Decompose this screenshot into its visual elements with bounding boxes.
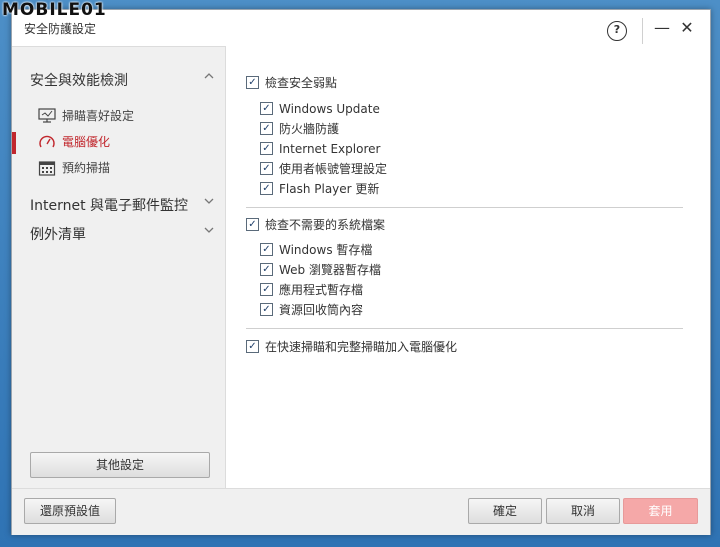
check-unneeded-files-option[interactable]: ✓ 檢查不需要的系統檔案 — [246, 216, 385, 234]
sidebar-section-security-performance[interactable]: 安全與效能檢測 — [30, 70, 215, 90]
checkbox-checked[interactable]: ✓ — [260, 182, 273, 195]
checkbox-checked[interactable]: ✓ — [260, 243, 273, 256]
option-label: 防火牆防護 — [279, 122, 340, 136]
apply-button[interactable]: 套用 — [623, 498, 698, 524]
chevron-down-icon[interactable] — [203, 224, 215, 239]
speedometer-icon — [38, 134, 56, 150]
checkbox-checked[interactable]: ✓ — [246, 76, 259, 89]
sidebar-item-pc-optimization[interactable]: 電腦優化 — [38, 131, 218, 153]
option-label: Windows 暫存檔 — [279, 243, 373, 257]
checkbox-checked[interactable]: ✓ — [246, 340, 259, 353]
option-label: 資源回收筒內容 — [279, 303, 364, 317]
option-label: 使用者帳號管理設定 — [279, 162, 388, 176]
option-label: 應用程式暫存檔 — [279, 283, 364, 297]
mobile01-watermark: MOBILE01 — [2, 0, 107, 20]
sidebar-item-scheduled-scan[interactable]: 預約掃描 — [38, 157, 218, 179]
ok-button[interactable]: 確定 — [468, 498, 542, 524]
restore-defaults-button[interactable]: 還原預設值 — [24, 498, 116, 524]
sidebar-section-internet-email[interactable]: Internet 與電子郵件監控 — [30, 195, 215, 215]
settings-content: ✓ 檢查安全弱點 ✓ Windows Update ✓ 防火牆防護 ✓ Internet… — [226, 46, 710, 488]
checkbox-checked[interactable]: ✓ — [260, 283, 273, 296]
option-label: Internet Explorer — [279, 142, 381, 156]
windows-update-option[interactable]: ✓ Windows Update — [260, 100, 380, 118]
internet-explorer-option[interactable]: ✓ Internet Explorer — [260, 140, 380, 158]
titlebar-divider — [642, 18, 643, 44]
chevron-up-icon[interactable] — [203, 70, 215, 85]
option-label: 檢查不需要的系統檔案 — [265, 218, 386, 232]
minimize-icon[interactable]: — — [651, 17, 673, 39]
window-title: 安全防護設定 — [24, 22, 97, 36]
footer-bar: 還原預設值 確定 取消 套用 — [12, 488, 710, 535]
flash-player-update-option[interactable]: ✓ Flash Player 更新 — [260, 180, 379, 198]
add-optimization-to-scans-option[interactable]: ✓ 在快速掃瞄和完整掃瞄加入電腦優化 — [246, 338, 457, 356]
sidebar-section-label: 安全與效能檢測 — [30, 73, 128, 89]
checkbox-checked[interactable]: ✓ — [260, 142, 273, 155]
calendar-icon — [38, 160, 56, 176]
app-temp-files-option[interactable]: ✓ 應用程式暫存檔 — [260, 281, 363, 299]
recycle-bin-option[interactable]: ✓ 資源回收筒內容 — [260, 301, 363, 319]
option-label: Web 瀏覽器暫存檔 — [279, 263, 381, 277]
chevron-down-icon[interactable] — [203, 195, 215, 210]
section-divider — [246, 207, 683, 208]
active-item-indicator — [12, 132, 16, 154]
firewall-option[interactable]: ✓ 防火牆防護 — [260, 120, 339, 138]
other-settings-button[interactable]: 其他設定 — [30, 452, 210, 478]
cancel-button[interactable]: 取消 — [546, 498, 620, 524]
checkbox-checked[interactable]: ✓ — [260, 122, 273, 135]
check-security-vulnerabilities-option[interactable]: ✓ 檢查安全弱點 — [246, 74, 337, 92]
browser-temp-files-option[interactable]: ✓ Web 瀏覽器暫存檔 — [260, 261, 381, 279]
sidebar-item-label: 掃瞄喜好設定 — [62, 109, 135, 123]
checkbox-checked[interactable]: ✓ — [260, 102, 273, 115]
checkbox-checked[interactable]: ✓ — [260, 303, 273, 316]
sidebar-item-label: 電腦優化 — [62, 135, 111, 149]
sidebar-item-scan-preferences[interactable]: 掃瞄喜好設定 — [38, 105, 218, 127]
section-divider — [246, 328, 683, 329]
settings-window: 安全防護設定 ? — ✕ 安全與效能檢測 掃瞄喜好設定 電腦優化 預約掃描 In… — [11, 9, 711, 535]
checkbox-checked[interactable]: ✓ — [260, 263, 273, 276]
close-icon[interactable]: ✕ — [676, 17, 698, 39]
sidebar-item-label: 預約掃描 — [62, 161, 111, 175]
windows-temp-files-option[interactable]: ✓ Windows 暫存檔 — [260, 241, 372, 259]
option-label: Flash Player 更新 — [279, 182, 380, 196]
checkbox-checked[interactable]: ✓ — [260, 162, 273, 175]
option-label: 檢查安全弱點 — [265, 76, 338, 90]
help-icon[interactable]: ? — [607, 21, 627, 41]
sidebar-section-exceptions[interactable]: 例外清單 — [30, 224, 215, 244]
sidebar-section-label: 例外清單 — [30, 227, 86, 243]
sidebar: 安全與效能檢測 掃瞄喜好設定 電腦優化 預約掃描 Internet 與電子郵件監… — [12, 46, 226, 489]
user-account-control-option[interactable]: ✓ 使用者帳號管理設定 — [260, 160, 387, 178]
monitor-icon — [38, 107, 56, 124]
sidebar-section-label: Internet 與電子郵件監控 — [30, 198, 189, 214]
option-label: Windows Update — [279, 102, 380, 116]
checkbox-checked[interactable]: ✓ — [246, 218, 259, 231]
option-label: 在快速掃瞄和完整掃瞄加入電腦優化 — [265, 340, 458, 354]
